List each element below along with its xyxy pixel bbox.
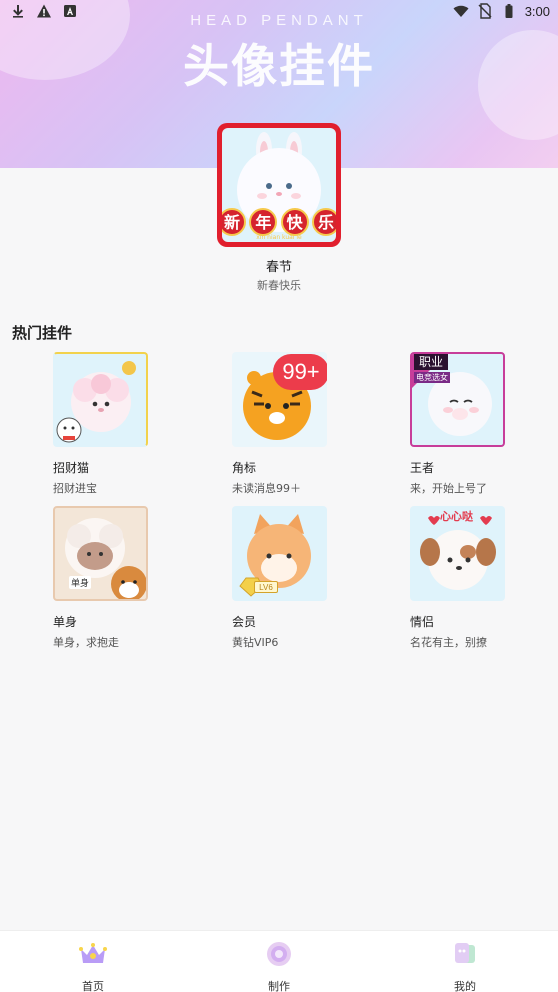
hero-title: 头像挂件 [183,39,375,93]
role-tag: 职业 [414,354,448,370]
pendant-name: 会员 [232,615,257,629]
love-tag: 心心哒 [440,510,473,523]
pendant-name: 情侣 [410,615,435,629]
vip-level-badge: LV6 [254,581,278,593]
pendant-thumbnail [53,352,148,447]
bottom-tab-bar: 首页 制作 我的 [0,930,558,992]
pendant-item[interactable]: LV6 会员 黄钻VIP6 [232,506,362,650]
pendant-thumbnail: 职业 电竞选女 [410,352,505,447]
sheep-icon [56,361,136,443]
cat-icon [239,514,311,597]
featured-name: 春节 [265,260,292,275]
featured-pendant-image: 新 年 快 乐 xin nian kuai le [222,128,336,242]
new-year-banner: 新 年 快 乐 [222,208,336,236]
pendant-desc: 招财进宝 [53,482,97,495]
pendant-item[interactable]: 单身 单身 单身，求抱走 [53,506,183,650]
tab-label: 制作 [268,980,290,992]
tab-create[interactable]: 制作 [229,939,329,992]
featured-pendant-card[interactable]: 新 年 快 乐 xin nian kuai le [217,123,341,247]
pendant-item[interactable]: 职业 电竞选女 王者 来，开始上号了 [410,352,540,496]
pendant-thumbnail: 心心哒 [410,506,505,601]
pendant-item[interactable]: 心心哒 情侣 名花有主，别撩 [410,506,540,650]
hero-title-english: HEAD PENDANT [190,12,368,29]
pendant-desc: 来，开始上号了 [410,482,487,495]
section-title: 热门挂件 [12,324,73,342]
banner-char: 新 [222,208,246,236]
pendant-name: 单身 [53,615,78,629]
tab-label: 首页 [82,980,104,992]
pendant-desc: 未读消息99＋ [232,482,301,495]
pendant-desc: 黄钻VIP6 [232,636,279,649]
pendant-name: 招财猫 [53,461,90,475]
banner-char: 快 [280,208,309,236]
cards-icon [455,943,475,963]
featured-desc: 新春快乐 [257,279,301,292]
banner-char: 年 [249,208,278,236]
role-subtag: 电竞选女 [414,372,450,383]
pendant-item[interactable]: 99+ 角标 未读消息99＋ [232,352,362,496]
pendant-item[interactable]: 招财猫 招财进宝 [53,352,183,496]
pendant-desc: 单身，求抱走 [53,636,119,649]
pendant-thumbnail: 99+ [232,352,327,447]
pendant-thumbnail: 单身 [53,506,148,601]
tab-home[interactable]: 首页 [43,939,143,992]
pendant-thumbnail: LV6 [232,506,327,601]
single-tag: 单身 [69,576,92,589]
tab-mine[interactable]: 我的 [415,939,515,992]
flower-icon [267,942,291,966]
pendant-desc: 名花有主，别撩 [410,636,487,649]
pendant-name: 王者 [410,461,435,475]
banner-pinyin: xin nian kuai le [256,234,302,241]
tab-label: 我的 [454,980,476,992]
pendant-name: 角标 [232,461,257,475]
banner-char: 乐 [311,208,336,236]
crown-icon [79,943,107,963]
unread-badge: 99+ [273,354,327,390]
